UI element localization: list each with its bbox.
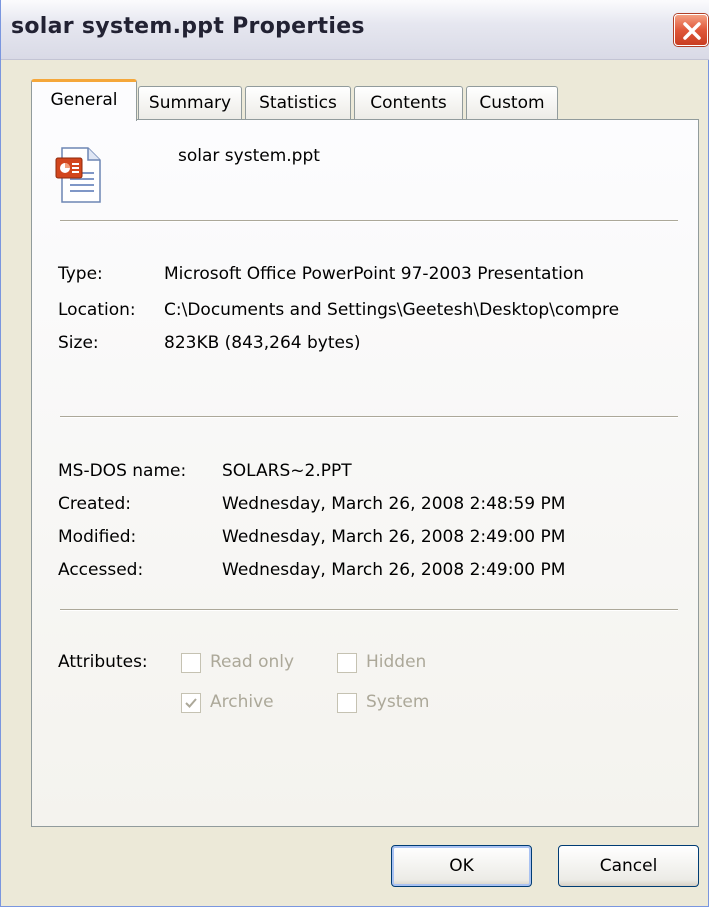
close-icon bbox=[683, 22, 701, 40]
modified-label: Modified: bbox=[58, 527, 137, 547]
accessed-label: Accessed: bbox=[58, 560, 144, 580]
read-only-checkbox[interactable] bbox=[181, 653, 201, 673]
created-value: Wednesday, March 26, 2008 2:48:59 PM bbox=[222, 494, 566, 514]
msdos-label: MS-DOS name: bbox=[58, 461, 187, 481]
attributes-label: Attributes: bbox=[58, 652, 148, 672]
ok-button[interactable]: OK bbox=[391, 845, 532, 887]
tab-statistics[interactable]: Statistics bbox=[245, 86, 351, 120]
hidden-checkbox[interactable] bbox=[337, 653, 357, 673]
accessed-value: Wednesday, March 26, 2008 2:49:00 PM bbox=[222, 560, 566, 580]
type-label: Type: bbox=[58, 264, 103, 284]
created-label: Created: bbox=[58, 494, 132, 514]
tab-contents[interactable]: Contents bbox=[354, 86, 463, 120]
powerpoint-file-icon bbox=[54, 144, 106, 209]
general-tab-panel: solar system.ppt Type: Microsoft Office … bbox=[31, 119, 699, 827]
archive-checkbox[interactable] bbox=[181, 693, 201, 713]
divider bbox=[60, 609, 678, 611]
location-value[interactable]: C:\Documents and Settings\Geetesh\Deskto… bbox=[164, 300, 619, 320]
modified-value: Wednesday, March 26, 2008 2:49:00 PM bbox=[222, 527, 566, 547]
close-button[interactable] bbox=[674, 14, 708, 46]
location-row: Location: C:\Documents and Settings\Geet… bbox=[58, 300, 683, 324]
title-bar[interactable]: solar system.ppt Properties bbox=[1, 0, 709, 60]
tab-summary[interactable]: Summary bbox=[138, 86, 242, 120]
tab-custom[interactable]: Custom bbox=[466, 86, 558, 120]
divider bbox=[60, 416, 678, 418]
hidden-label: Hidden bbox=[366, 652, 427, 672]
type-value: Microsoft Office PowerPoint 97-2003 Pres… bbox=[164, 264, 585, 284]
cancel-button[interactable]: Cancel bbox=[558, 845, 699, 887]
system-checkbox[interactable] bbox=[337, 693, 357, 713]
size-label: Size: bbox=[58, 333, 99, 353]
system-label: System bbox=[366, 692, 430, 712]
properties-dialog: solar system.ppt Properties General Summ… bbox=[0, 0, 709, 907]
tab-general[interactable]: General bbox=[31, 79, 137, 121]
location-label: Location: bbox=[58, 300, 136, 320]
read-only-label: Read only bbox=[210, 652, 295, 672]
window-title: solar system.ppt Properties bbox=[11, 14, 365, 39]
checkmark-icon bbox=[185, 698, 197, 708]
archive-label: Archive bbox=[210, 692, 274, 712]
size-value: 823KB (843,264 bytes) bbox=[164, 333, 361, 353]
divider bbox=[60, 220, 678, 222]
file-name[interactable]: solar system.ppt bbox=[178, 146, 320, 166]
msdos-value: SOLARS~2.PPT bbox=[222, 461, 352, 481]
